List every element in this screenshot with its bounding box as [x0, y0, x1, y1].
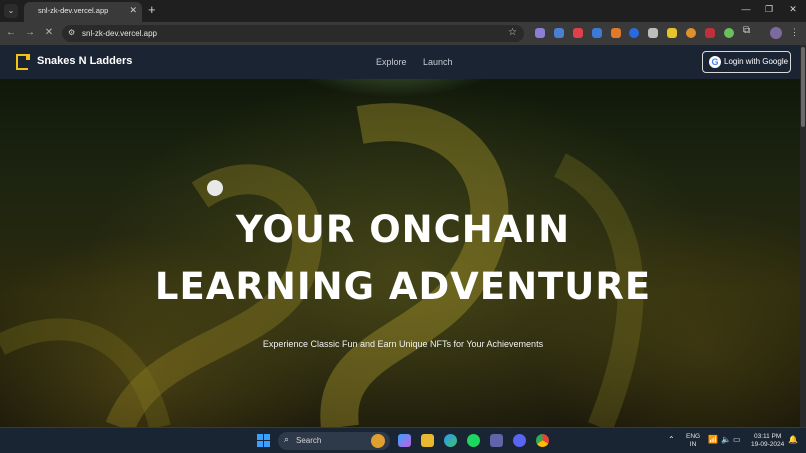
browser-toolbar: ← → ✕ ⚙ snl-zk-dev.vercel.app ☆ ⧉ ⋮ [0, 22, 806, 45]
hero-title-line-1: YOUR ONCHAIN [235, 208, 571, 251]
tab-title: snl-zk-dev.vercel.app [38, 6, 109, 15]
close-tab-icon[interactable]: ✕ [129, 5, 137, 16]
address-bar[interactable]: ⚙ snl-zk-dev.vercel.app ☆ [62, 25, 524, 42]
hero-subtitle: Experience Classic Fun and Earn Unique N… [262, 339, 544, 349]
extension-icon[interactable] [686, 28, 696, 38]
browser-tab[interactable]: snl-zk-dev.vercel.app ✕ [24, 2, 142, 22]
browser-tab-bar: ⌄ snl-zk-dev.vercel.app ✕ + — ❐ ✕ [0, 0, 806, 22]
restore-icon[interactable]: ❐ [762, 4, 776, 15]
lang-code: ENG [686, 433, 701, 440]
os-taskbar: ⌕ Search ⌃ ENG IN 📶 🔈 ▭ 03:11 PM 19-09-2… [0, 427, 806, 453]
windows-start-icon[interactable] [257, 434, 270, 447]
extension-icon[interactable] [724, 28, 734, 38]
extension-icon[interactable] [535, 28, 545, 38]
wifi-icon[interactable]: 📶 [708, 435, 718, 444]
extension-icon[interactable] [611, 28, 621, 38]
stop-loading-icon[interactable]: ✕ [43, 27, 55, 38]
battery-icon[interactable]: ▭ [733, 435, 741, 444]
discord-icon[interactable] [513, 434, 526, 447]
brand-name[interactable]: Snakes N Ladders [37, 55, 132, 67]
google-icon: G [709, 56, 721, 68]
edge-icon[interactable] [444, 434, 457, 447]
extension-icon[interactable] [554, 28, 564, 38]
extensions-puzzle-icon[interactable]: ⧉ [743, 25, 753, 36]
tab-list-button[interactable]: ⌄ [4, 4, 18, 18]
browser-menu-icon[interactable]: ⋮ [790, 27, 799, 38]
forward-icon[interactable]: → [24, 27, 36, 38]
site-navbar: Snakes N Ladders Explore Launch G Login … [0, 45, 806, 79]
search-icon: ⌕ [284, 434, 290, 444]
cursor-indicator [207, 180, 223, 196]
close-window-icon[interactable]: ✕ [786, 4, 800, 15]
web-page: Snakes N Ladders Explore Launch G Login … [0, 45, 806, 427]
site-info-icon[interactable]: ⚙ [68, 28, 75, 37]
page-scrollbar[interactable] [800, 45, 806, 427]
clock-time: 03:11 PM [753, 433, 782, 440]
hero-title-line-2: LEARNING ADVENTURE [154, 265, 652, 308]
teams-icon[interactable] [490, 434, 503, 447]
copilot-icon[interactable] [398, 434, 411, 447]
file-explorer-icon[interactable] [421, 434, 434, 447]
url-text: snl-zk-dev.vercel.app [82, 28, 157, 38]
nav-launch[interactable]: Launch [423, 57, 453, 67]
notifications-bell-icon[interactable]: 🔔 [788, 435, 798, 444]
taskbar-search[interactable]: ⌕ Search [278, 432, 390, 450]
search-placeholder: Search [296, 436, 322, 445]
region-code: IN [689, 441, 697, 448]
nav-explore[interactable]: Explore [376, 57, 407, 67]
language-indicator[interactable]: ENG IN [686, 433, 700, 449]
login-with-google-button[interactable]: G Login with Google [702, 51, 791, 73]
new-tab-button[interactable]: + [148, 3, 156, 17]
profile-avatar[interactable] [770, 27, 782, 39]
extension-icon[interactable] [629, 28, 639, 38]
system-clock[interactable]: 03:11 PM 19-09-2024 [751, 433, 784, 449]
login-label: Login with Google [724, 57, 789, 66]
back-icon[interactable]: ← [5, 27, 17, 38]
search-highlight-icon [371, 434, 385, 448]
bookmark-star-icon[interactable]: ☆ [508, 27, 517, 38]
chrome-icon[interactable] [536, 434, 549, 447]
extension-icon[interactable] [573, 28, 583, 38]
clock-date: 19-09-2024 [751, 441, 785, 448]
extension-icon[interactable] [592, 28, 602, 38]
logo-icon[interactable] [16, 54, 30, 70]
extension-icon[interactable] [648, 28, 658, 38]
spotify-icon[interactable] [467, 434, 480, 447]
minimize-icon[interactable]: — [739, 4, 753, 14]
extension-icon[interactable] [667, 28, 677, 38]
show-hidden-icons-icon[interactable]: ⌃ [668, 435, 675, 444]
extension-icon[interactable] [705, 28, 715, 38]
scrollbar-thumb[interactable] [801, 47, 805, 127]
volume-icon[interactable]: 🔈 [721, 435, 731, 444]
